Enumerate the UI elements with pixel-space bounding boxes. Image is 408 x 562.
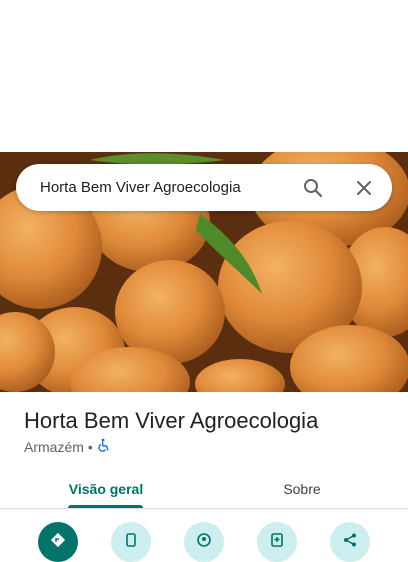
phone-icon (123, 532, 139, 553)
search-icon[interactable] (301, 176, 325, 200)
location-pin-icon (195, 531, 213, 554)
action-buttons-row (0, 522, 408, 562)
tab-bar: Visão geral Sobre (0, 470, 408, 509)
separator-dot: • (87, 438, 93, 455)
search-bar[interactable]: Horta Bem Viver Agroecologia (16, 164, 392, 211)
place-subtitle: Armazém • (24, 438, 111, 455)
call-button[interactable] (111, 522, 151, 562)
directions-button[interactable] (38, 522, 78, 562)
save-button[interactable] (257, 522, 297, 562)
active-tab-indicator (68, 505, 143, 508)
add-document-icon (269, 532, 285, 553)
share-icon (342, 532, 358, 553)
place-title: Horta Bem Viver Agroecologia (24, 408, 319, 433)
wheelchair-icon (97, 438, 111, 455)
close-icon[interactable] (352, 176, 376, 200)
tab-overview[interactable]: Visão geral (38, 470, 174, 508)
location-button[interactable] (184, 522, 224, 562)
directions-icon (49, 531, 67, 554)
place-category: Armazém (24, 438, 84, 455)
blank-map-area (0, 0, 408, 152)
search-input[interactable]: Horta Bem Viver Agroecologia (40, 179, 301, 196)
tab-about[interactable]: Sobre (234, 470, 370, 508)
share-button[interactable] (330, 522, 370, 562)
